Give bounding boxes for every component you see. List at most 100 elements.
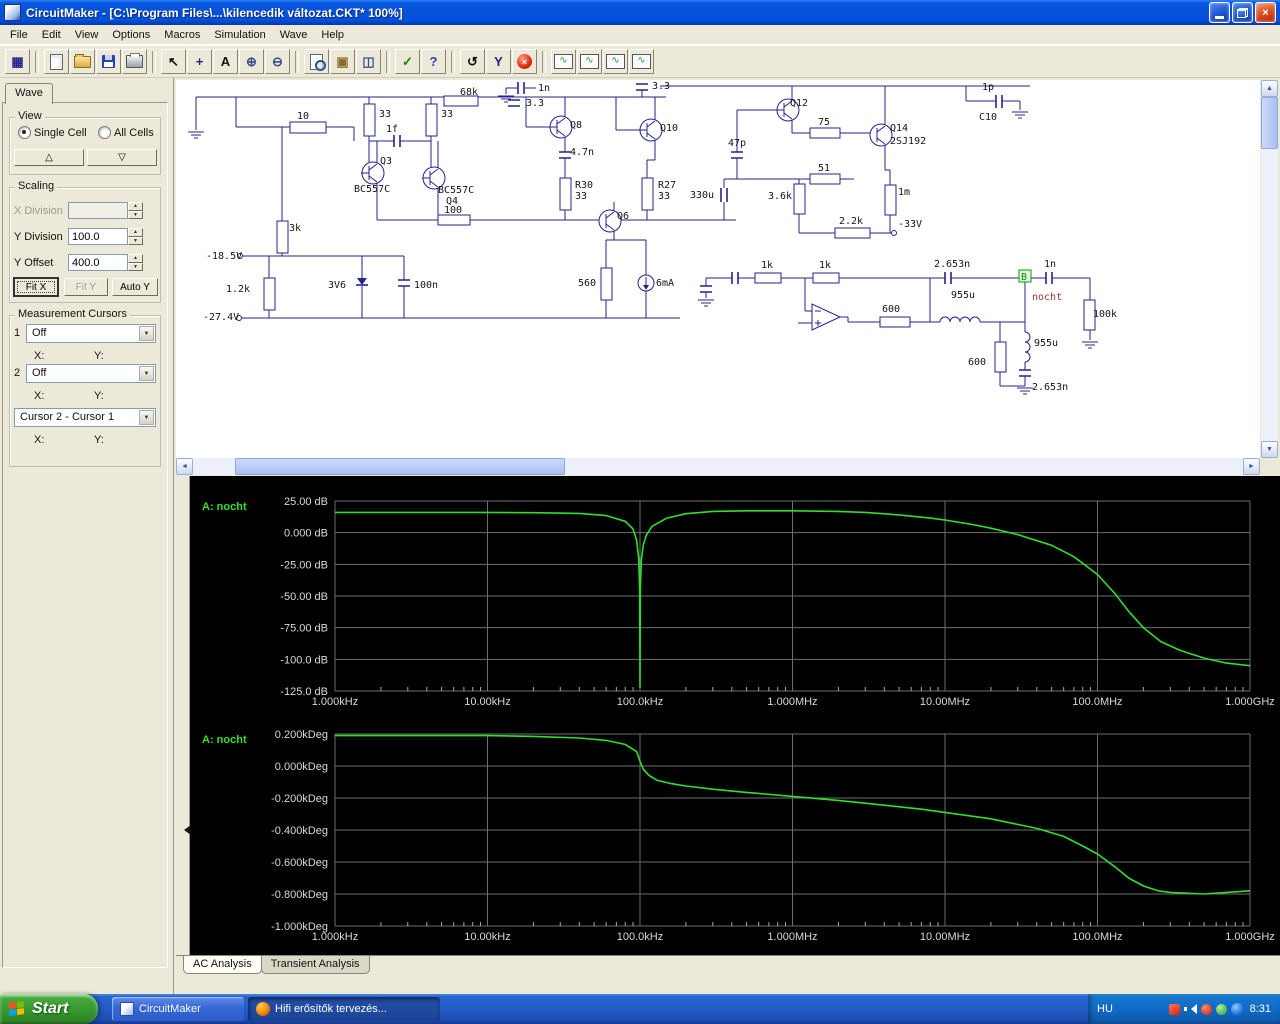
close-icon: ×	[1262, 6, 1269, 19]
language-indicator[interactable]: HU	[1097, 1003, 1113, 1015]
app-red-icon[interactable]	[1168, 1003, 1180, 1015]
y-offset-input[interactable]	[68, 254, 128, 271]
new-file-button[interactable]	[44, 49, 69, 74]
save-file-icon	[102, 55, 115, 68]
status-green-icon[interactable]	[1215, 1003, 1227, 1015]
arrow-tool-button[interactable]: ↖	[161, 49, 186, 74]
trace-name-label: A: nocht	[202, 501, 247, 513]
menu-macros[interactable]: Macros	[157, 26, 207, 44]
fit-x-button[interactable]: Fit X	[14, 278, 58, 296]
volume-icon[interactable]	[1183, 1003, 1197, 1015]
system-tray: HU 8:31	[1088, 994, 1280, 1024]
wave-panel: View Single Cell All Cells △ ▽ Scaling X…	[2, 102, 168, 968]
spin-down-icon[interactable]: ▼	[128, 210, 143, 219]
radio-single-cell[interactable]: Single Cell	[18, 126, 87, 139]
help-button[interactable]: ?	[421, 49, 446, 74]
menu-file[interactable]: File	[3, 26, 35, 44]
tab-transient-analysis[interactable]: Transient Analysis	[260, 956, 370, 974]
y-division-input[interactable]	[68, 228, 128, 245]
tab-wave[interactable]: Wave	[5, 83, 53, 104]
spin-up-icon[interactable]: ▲	[128, 202, 143, 211]
task-button-browser[interactable]: Hifi erősítők tervezés...	[248, 997, 440, 1021]
fit-y-button[interactable]: Fit Y	[64, 278, 108, 296]
x-division-spinner[interactable]: ▲ ▼	[128, 202, 143, 219]
schematic-label: 330u	[690, 190, 714, 201]
close-button[interactable]: ×	[1255, 2, 1276, 23]
schematic-label: 33	[575, 191, 587, 202]
schematic-vertical-scrollbar[interactable]: ▲ ▼	[1261, 80, 1278, 458]
scroll-down-icon[interactable]: ▼	[1261, 441, 1278, 458]
scroll-up-icon[interactable]: ▲	[1261, 80, 1278, 97]
schematic-label: nocht	[1032, 292, 1062, 303]
copy-clipboard-button[interactable]: ▣	[330, 49, 355, 74]
waveform-scope-2-button[interactable]: ∿	[577, 49, 602, 74]
schematic-canvas[interactable]: 10 33 33 1f 68k 1n 3.3 3.3 Q3 BC557C BC557C Q4 100 Q8…	[176, 80, 1260, 458]
probe-tool-button[interactable]: Y	[486, 49, 511, 74]
schematic-horizontal-scrollbar[interactable]: ◄ ►	[176, 458, 1260, 475]
menu-options[interactable]: Options	[105, 26, 157, 44]
collapse-panel-icon[interactable]	[179, 825, 191, 835]
previous-cell-button[interactable]: △	[14, 149, 84, 166]
waveform-scope-4-button[interactable]: ∿	[629, 49, 654, 74]
spin-up-icon[interactable]: ▲	[128, 228, 143, 237]
zoom-in-tool-button[interactable]: ⊕	[239, 49, 264, 74]
stop-simulation-button[interactable]: ×	[512, 49, 537, 74]
print-icon	[126, 53, 143, 68]
schematic-label: Q3	[380, 156, 392, 167]
next-cell-button[interactable]: ▽	[87, 149, 157, 166]
spin-up-icon[interactable]: ▲	[128, 254, 143, 263]
run-simulation-button[interactable]: ✓	[395, 49, 420, 74]
print-button[interactable]	[122, 49, 147, 74]
start-button[interactable]: Start	[0, 994, 98, 1024]
menu-view[interactable]: View	[68, 26, 106, 44]
open-file-button[interactable]	[70, 49, 95, 74]
waveform-scope-1-button[interactable]: ∿	[551, 49, 576, 74]
y-division-spinner[interactable]: ▲ ▼	[128, 228, 143, 245]
cursor-diff-select[interactable]: Cursor 2 - Cursor 1 ▼	[14, 408, 156, 427]
restore-button[interactable]	[1232, 2, 1253, 23]
vertical-scroll-thumb[interactable]	[1261, 97, 1278, 149]
probe-tool-icon: Y	[494, 54, 503, 69]
menu-edit[interactable]: Edit	[35, 26, 68, 44]
auto-y-button[interactable]: Auto Y	[112, 278, 158, 296]
svg-text:1.000GHz: 1.000GHz	[1225, 931, 1275, 943]
waveform-scope-3-button[interactable]: ∿	[603, 49, 628, 74]
schematic-label: C10	[979, 112, 997, 123]
menu-wave[interactable]: Wave	[273, 26, 315, 44]
task-button-circuitmaker[interactable]: CircuitMaker	[112, 997, 244, 1021]
x-division-input[interactable]	[68, 202, 128, 219]
zoom-out-tool-button[interactable]: ⊖	[265, 49, 290, 74]
reset-simulation-button[interactable]: ↺	[460, 49, 485, 74]
parts-browser-button[interactable]: ▦	[5, 49, 30, 74]
find-part-button[interactable]	[304, 49, 329, 74]
copy-clipboard-icon: ▣	[336, 54, 349, 69]
horizontal-scroll-thumb[interactable]	[235, 458, 565, 475]
cursor2-select[interactable]: Off ▼	[26, 364, 156, 383]
cursor1-number: 1	[14, 327, 21, 339]
svg-text:10.00MHz: 10.00MHz	[920, 696, 970, 708]
app-icon[interactable]	[4, 4, 21, 21]
alert-red-icon[interactable]	[1200, 1003, 1212, 1015]
text-tool-button[interactable]: A	[213, 49, 238, 74]
spin-down-icon[interactable]: ▼	[128, 236, 143, 245]
app-blue-icon[interactable]	[1230, 1002, 1244, 1016]
scroll-left-icon[interactable]: ◄	[176, 458, 193, 475]
radio-all-cells[interactable]: All Cells	[98, 126, 154, 139]
cursor1-select[interactable]: Off ▼	[26, 324, 156, 343]
tab-ac-analysis[interactable]: AC Analysis	[183, 956, 262, 974]
taskbar: Start CircuitMaker Hifi erősítők tervezé…	[0, 994, 1280, 1024]
y-offset-spinner[interactable]: ▲ ▼	[128, 254, 143, 271]
plot-magnitude[interactable]: 25.00 dB 0.000 dB -25.00 dB -50.00 dB -75.00…	[190, 480, 1276, 712]
y-offset-label: Y Offset	[14, 257, 54, 269]
scroll-right-icon[interactable]: ►	[1243, 458, 1260, 475]
plot-phase[interactable]: 0.200kDeg 0.000kDeg -0.200kDeg -0.400kDeg -0…	[190, 713, 1276, 951]
minimize-button[interactable]	[1209, 2, 1230, 23]
menu-simulation[interactable]: Simulation	[207, 26, 272, 44]
radio-selected-icon	[18, 126, 31, 139]
wire-tool-button[interactable]: +	[187, 49, 212, 74]
menu-help[interactable]: Help	[314, 26, 351, 44]
svg-text:100.0kHz: 100.0kHz	[617, 696, 663, 708]
spin-down-icon[interactable]: ▼	[128, 262, 143, 271]
save-file-button[interactable]	[96, 49, 121, 74]
display-panel-button[interactable]: ◫	[356, 49, 381, 74]
